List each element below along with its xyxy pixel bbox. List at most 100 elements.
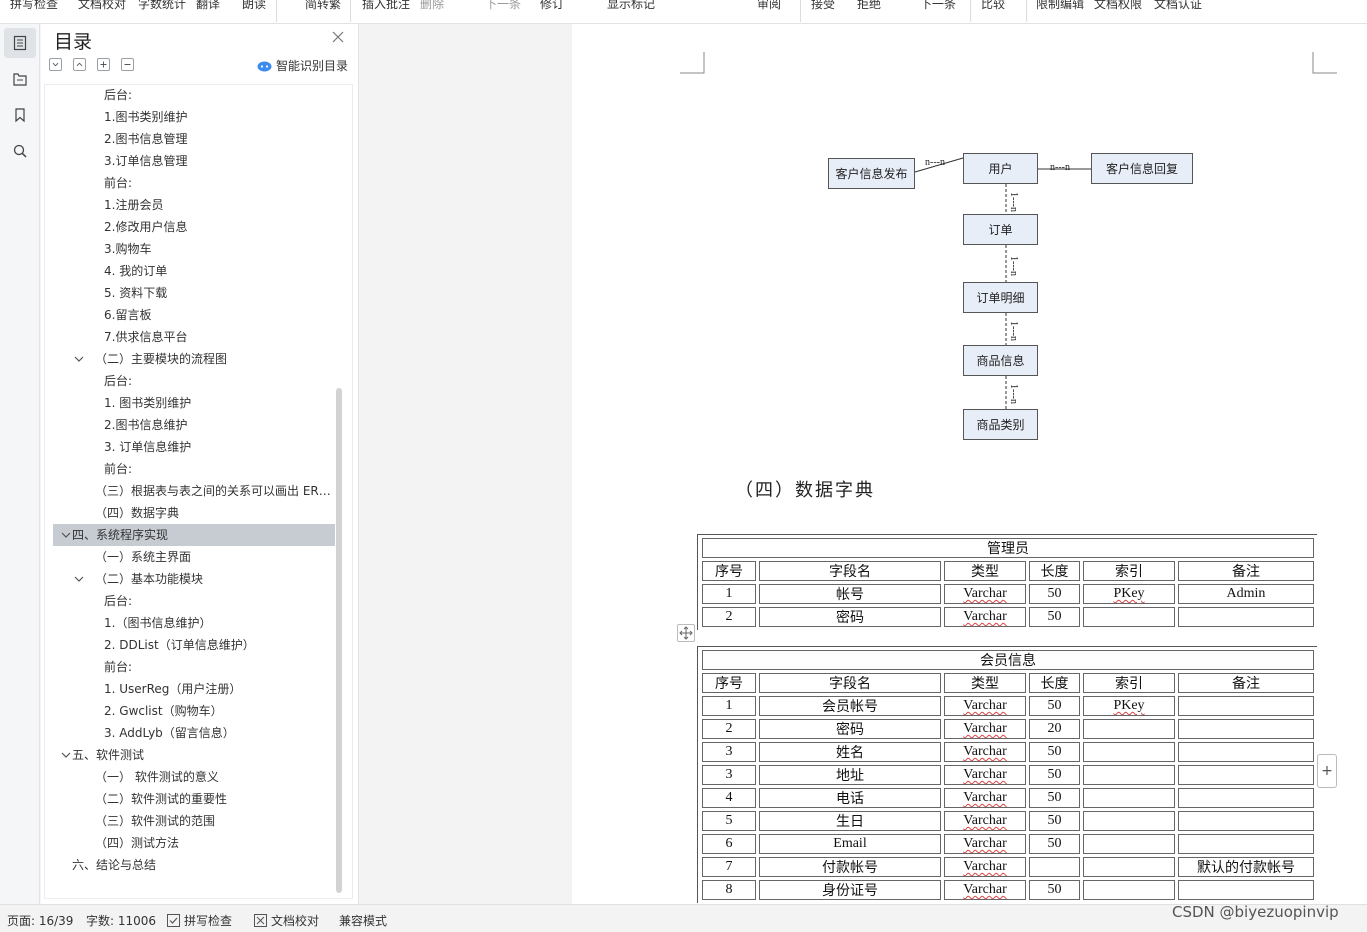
- table-cell[interactable]: 电话: [759, 788, 941, 808]
- table-cell[interactable]: 50: [1029, 811, 1080, 831]
- bookmark-button[interactable]: [4, 100, 36, 130]
- ribbon-spell-check[interactable]: 拼写检查: [10, 0, 58, 12]
- toc-item[interactable]: 3. 订单信息维护: [53, 436, 335, 458]
- table-header-cell[interactable]: 索引: [1083, 673, 1175, 693]
- toc-item[interactable]: 六、结论与总结: [53, 854, 335, 876]
- ribbon-translate[interactable]: 翻译: [196, 0, 220, 12]
- ribbon-doc-permission[interactable]: 文档权限: [1094, 0, 1142, 12]
- table-header-cell[interactable]: 备注: [1178, 673, 1314, 693]
- smart-toc-button[interactable]: 智能识别目录: [257, 57, 348, 74]
- table-cell[interactable]: 2: [702, 719, 756, 739]
- toc-item[interactable]: 2. Gwclist（购物车）: [53, 700, 335, 722]
- toc-item[interactable]: 6.留言板: [53, 304, 335, 326]
- toc-item[interactable]: 5. 资料下载: [53, 282, 335, 304]
- status-proofread[interactable]: 文档校对: [254, 912, 319, 929]
- toc-item[interactable]: （一） 软件测试的意义: [53, 766, 335, 788]
- table-cell[interactable]: 会员帐号: [759, 696, 941, 716]
- table-cell[interactable]: 5: [702, 811, 756, 831]
- toc-item[interactable]: （二）软件测试的重要性: [53, 788, 335, 810]
- ribbon-reject[interactable]: 拒绝: [857, 0, 881, 12]
- find-button[interactable]: [4, 136, 36, 166]
- toc-item[interactable]: 7.供求信息平台: [53, 326, 335, 348]
- table-header-cell[interactable]: 类型: [944, 561, 1026, 581]
- table-cell[interactable]: 50: [1029, 742, 1080, 762]
- toc-item[interactable]: 2.修改用户信息: [53, 216, 335, 238]
- page-indicator[interactable]: 页面: 16/39: [7, 912, 73, 929]
- table-cell[interactable]: [1178, 765, 1314, 785]
- table-cell[interactable]: 生日: [759, 811, 941, 831]
- table-cell[interactable]: [1083, 788, 1175, 808]
- add-column-button[interactable]: +: [1317, 754, 1337, 788]
- toc-item[interactable]: 五、软件测试: [53, 744, 335, 766]
- table-cell[interactable]: 3: [702, 742, 756, 762]
- toc-item[interactable]: （三）软件测试的范围: [53, 810, 335, 832]
- table-cell[interactable]: [1029, 857, 1080, 877]
- toc-item[interactable]: （三）根据表与表之间的关系可以画出 ER 图如下：: [53, 480, 335, 502]
- table-cell[interactable]: 50: [1029, 607, 1080, 627]
- ribbon-doc-auth[interactable]: 文档认证: [1154, 0, 1202, 12]
- toc-item[interactable]: （二）基本功能模块: [53, 568, 335, 590]
- chevron-down-icon[interactable]: [74, 575, 84, 583]
- table-cell[interactable]: 50: [1029, 880, 1080, 900]
- table-cell[interactable]: Varchar: [944, 584, 1026, 604]
- toc-item[interactable]: 3.购物车: [53, 238, 335, 260]
- ribbon-compare[interactable]: 比较: [981, 0, 1005, 12]
- table-cell[interactable]: [1083, 880, 1175, 900]
- table-cell[interactable]: 地址: [759, 765, 941, 785]
- toc-item[interactable]: 后台:: [53, 590, 335, 612]
- table-header-cell[interactable]: 序号: [702, 673, 756, 693]
- table-move-handle[interactable]: [677, 624, 695, 642]
- toc-item[interactable]: 1.（图书信息维护）: [53, 612, 335, 634]
- table-cell[interactable]: 密码: [759, 719, 941, 739]
- toc-item[interactable]: 1.图书类别维护: [53, 106, 335, 128]
- table-cell[interactable]: 密码: [759, 607, 941, 627]
- table-cell[interactable]: 4: [702, 788, 756, 808]
- table-cell[interactable]: 1: [702, 584, 756, 604]
- table-cell[interactable]: [1178, 811, 1314, 831]
- table-cell[interactable]: [1178, 834, 1314, 854]
- table-cell[interactable]: [1178, 880, 1314, 900]
- table-cell[interactable]: 50: [1029, 765, 1080, 785]
- table-cell[interactable]: Varchar: [944, 719, 1026, 739]
- table-cell[interactable]: 帐号: [759, 584, 941, 604]
- table-cell[interactable]: [1083, 719, 1175, 739]
- ribbon-accept[interactable]: 接受: [811, 0, 835, 12]
- plus-icon[interactable]: [97, 58, 110, 71]
- table-cell[interactable]: [1178, 719, 1314, 739]
- ribbon-read-aloud[interactable]: 朗读: [242, 0, 266, 12]
- table-header-cell[interactable]: 长度: [1029, 673, 1080, 693]
- table-cell[interactable]: [1083, 765, 1175, 785]
- table-header-cell[interactable]: 序号: [702, 561, 756, 581]
- table-header-cell[interactable]: 备注: [1178, 561, 1314, 581]
- table-cell[interactable]: Varchar: [944, 696, 1026, 716]
- toc-item[interactable]: 后台:: [53, 85, 335, 106]
- table-cell[interactable]: [1083, 857, 1175, 877]
- table-title[interactable]: 会员信息: [702, 650, 1314, 670]
- table-cell[interactable]: 2: [702, 607, 756, 627]
- table-cell[interactable]: 50: [1029, 584, 1080, 604]
- toc-item[interactable]: 2. DDList（订单信息维护）: [53, 634, 335, 656]
- ribbon-next-change[interactable]: 下一条: [920, 0, 956, 12]
- table-cell[interactable]: 3: [702, 765, 756, 785]
- table-cell[interactable]: [1178, 696, 1314, 716]
- table-cell[interactable]: PKey: [1083, 696, 1175, 716]
- table-cell[interactable]: 20: [1029, 719, 1080, 739]
- toc-button[interactable]: [4, 28, 36, 58]
- toc-item[interactable]: 3.订单信息管理: [53, 150, 335, 172]
- navigation-button[interactable]: [4, 64, 36, 94]
- table-cell[interactable]: Varchar: [944, 834, 1026, 854]
- table-cell[interactable]: 姓名: [759, 742, 941, 762]
- toc-item[interactable]: （一）系统主界面: [53, 546, 335, 568]
- word-count[interactable]: 字数: 11006: [86, 912, 156, 929]
- chevron-down-icon[interactable]: [61, 531, 71, 539]
- toc-item[interactable]: 前台:: [53, 458, 335, 480]
- toc-item[interactable]: 3. AddLyb（留言信息）: [53, 722, 335, 744]
- chevron-down-icon[interactable]: [74, 355, 84, 363]
- table-cell[interactable]: 50: [1029, 834, 1080, 854]
- minus-icon[interactable]: [121, 58, 134, 71]
- ribbon-trad-convert[interactable]: 简转繁: [305, 0, 341, 12]
- table-cell[interactable]: Varchar: [944, 607, 1026, 627]
- table-cell[interactable]: [1083, 834, 1175, 854]
- table-cell[interactable]: [1178, 788, 1314, 808]
- table-header-cell[interactable]: 字段名: [759, 561, 941, 581]
